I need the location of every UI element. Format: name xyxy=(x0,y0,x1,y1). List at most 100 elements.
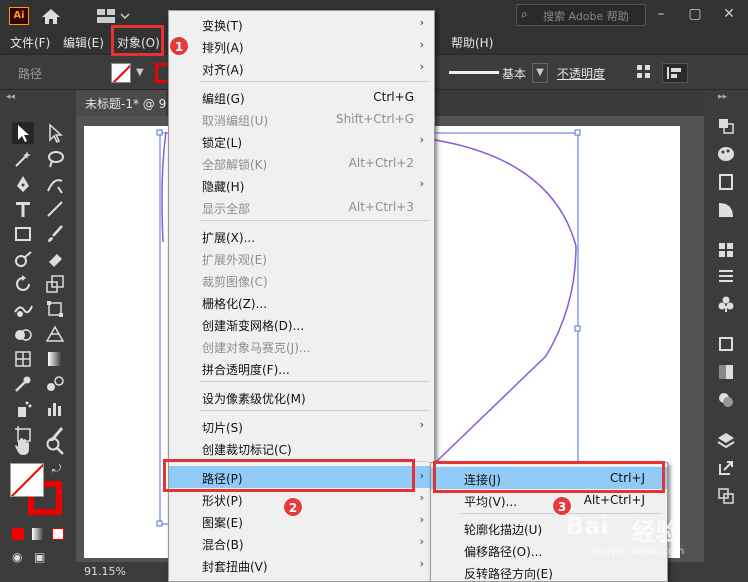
chevron-right-icon: › xyxy=(419,16,424,29)
shape-builder-tool-icon[interactable] xyxy=(12,323,34,345)
chevron-right-icon: › xyxy=(419,469,424,482)
curvature-tool-icon[interactable] xyxy=(44,173,66,195)
menu-help[interactable]: 帮助(H) xyxy=(451,34,493,51)
align-icon[interactable] xyxy=(662,63,688,83)
opacity-link[interactable]: 不透明度 xyxy=(557,65,605,82)
blend-tool-icon[interactable] xyxy=(44,373,66,395)
chevron-down-icon[interactable]: ▼ xyxy=(532,63,548,83)
rectangle-tool-icon[interactable] xyxy=(12,223,34,245)
menu-item-align[interactable]: 对齐(A) › xyxy=(169,57,434,79)
appearance-icon[interactable] xyxy=(716,390,736,410)
gradient-tool-icon[interactable] xyxy=(44,348,66,370)
warp-tool-icon[interactable] xyxy=(12,298,34,320)
draw-mode-icon[interactable]: ◉ xyxy=(12,550,22,564)
search-placeholder: 搜索 Adobe 帮助 xyxy=(543,10,629,23)
column-graph-tool-icon[interactable] xyxy=(44,398,66,420)
perspective-grid-tool-icon[interactable] xyxy=(44,323,66,345)
swap-colors-icon[interactable]: ⤾ xyxy=(52,462,61,476)
search-icon: ⌕ xyxy=(521,7,528,21)
direct-selection-tool-icon[interactable] xyxy=(44,122,66,144)
menu-item-rasterize[interactable]: 栅格化(Z)... xyxy=(169,291,434,313)
type-tool-icon[interactable] xyxy=(12,198,34,220)
swatches-icon[interactable] xyxy=(716,240,736,260)
stroke-profile-preview[interactable] xyxy=(449,71,499,74)
color-palette-icon[interactable] xyxy=(716,144,736,164)
menu-item-create-object-mosaic[interactable]: 创建对象马赛克(J)... xyxy=(169,335,434,357)
menu-item-slice[interactable]: 切片(S) › xyxy=(169,415,434,437)
lasso-tool-icon[interactable] xyxy=(44,148,66,170)
menu-item-pattern[interactable]: 图案(E) › xyxy=(169,510,434,532)
gradient-mode-icon[interactable] xyxy=(32,528,44,540)
zoom-level[interactable]: 91.15% xyxy=(84,565,126,578)
menu-item-create-trim-marks[interactable]: 创建裁切标记(C) xyxy=(169,437,434,459)
menu-item-hide[interactable]: 隐藏(H) › xyxy=(169,174,434,196)
help-search-input[interactable]: ⌕ 搜索 Adobe 帮助 xyxy=(516,4,646,26)
tab-document[interactable]: 未标题-1* @ 9 xyxy=(76,90,166,116)
line-tool-icon[interactable] xyxy=(44,198,66,220)
menu-item-crop-image[interactable]: 裁剪图像(C) xyxy=(169,269,434,291)
chevron-right-icon: › xyxy=(419,38,424,51)
magic-wand-tool-icon[interactable] xyxy=(12,148,34,170)
symbols-icon[interactable] xyxy=(716,294,736,314)
menu-item-pixel-perfect[interactable]: 设为像素级优化(M) xyxy=(169,386,434,408)
stroke-panel-icon[interactable] xyxy=(716,334,736,354)
rotate-tool-icon[interactable] xyxy=(12,273,34,295)
eyedropper-tool-icon[interactable] xyxy=(12,373,34,395)
menu-item-envelope-distort[interactable]: 封套扭曲(V) › xyxy=(169,554,434,576)
minimize-icon[interactable]: – xyxy=(652,5,670,23)
expand-panel-icon[interactable]: ▸▸ xyxy=(718,92,727,102)
menu-item-ungroup[interactable]: 取消编组(U) Shift+Ctrl+G xyxy=(169,108,434,130)
properties-icon[interactable] xyxy=(716,116,736,136)
export-icon[interactable] xyxy=(716,458,736,478)
collapse-panel-icon[interactable]: ◂◂ xyxy=(6,92,15,102)
menu-item-transform[interactable]: 变换(T) › xyxy=(169,13,434,35)
menu-item-unlock-all[interactable]: 全部解锁(K) Alt+Ctrl+2 xyxy=(169,152,434,174)
fill-color-swatch[interactable] xyxy=(111,63,131,83)
object-menu: 变换(T) › 排列(A) › 对齐(A) › 编组(G) Ctrl+G 取消编组(U)… xyxy=(168,10,435,582)
menu-item-blend[interactable]: 混合(B) › xyxy=(169,532,434,554)
right-panel-dock: ▸▸ xyxy=(704,90,748,582)
hand-tool-icon[interactable] xyxy=(12,435,34,457)
chevron-right-icon: › xyxy=(419,513,424,526)
eraser-tool-icon[interactable] xyxy=(44,248,66,270)
transparency-icon[interactable] xyxy=(716,362,736,382)
workspace-switcher-icon[interactable] xyxy=(97,8,133,24)
menu-file[interactable]: 文件(F) xyxy=(10,34,50,51)
layers-icon[interactable] xyxy=(716,430,736,450)
artboards-icon[interactable] xyxy=(716,486,736,506)
brushes-icon[interactable] xyxy=(716,266,736,286)
menu-item-expand-appearance[interactable]: 扩展外观(E) xyxy=(169,247,434,269)
symbol-sprayer-tool-icon[interactable] xyxy=(12,398,34,420)
scale-tool-icon[interactable] xyxy=(44,273,66,295)
maximize-icon[interactable]: ▢ xyxy=(686,5,704,23)
menu-item-create-gradient-mesh[interactable]: 创建渐变网格(D)... xyxy=(169,313,434,335)
shaper-tool-icon[interactable] xyxy=(12,248,34,270)
chevron-down-icon[interactable]: ▼ xyxy=(136,67,144,78)
grid-icon[interactable] xyxy=(637,65,651,79)
menu-item-arrange[interactable]: 排列(A) › xyxy=(169,35,434,57)
fill-color-box[interactable] xyxy=(10,463,44,497)
zoom-tool-icon[interactable] xyxy=(44,435,66,457)
color-mode-icon[interactable] xyxy=(12,528,24,540)
selection-tool-icon[interactable] xyxy=(12,122,34,144)
menu-item-show-all[interactable]: 显示全部 Alt+Ctrl+3 xyxy=(169,196,434,218)
screen-mode-icon[interactable]: ▣ xyxy=(34,550,45,564)
free-transform-tool-icon[interactable] xyxy=(44,298,66,320)
menu-edit[interactable]: 编辑(E) xyxy=(63,34,104,51)
paintbrush-tool-icon[interactable] xyxy=(44,223,66,245)
gradient-panel-icon[interactable] xyxy=(716,200,736,220)
menu-item-group[interactable]: 编组(G) Ctrl+G xyxy=(169,86,434,108)
document-icon[interactable] xyxy=(716,172,736,192)
selection-type-label: 路径 xyxy=(18,67,43,81)
stroke-color-swatch[interactable] xyxy=(155,63,167,83)
home-icon[interactable] xyxy=(40,7,62,25)
pen-tool-icon[interactable] xyxy=(12,173,34,195)
menu-item-expand[interactable]: 扩展(X)... xyxy=(169,225,434,247)
close-icon[interactable]: ✕ xyxy=(720,5,738,23)
mesh-tool-icon[interactable] xyxy=(12,348,34,370)
menu-separator xyxy=(199,220,429,221)
stroke-profile-label[interactable]: 基本 xyxy=(502,65,526,82)
none-mode-icon[interactable] xyxy=(52,528,64,540)
menu-item-flatten-transparency[interactable]: 拼合透明度(F)... xyxy=(169,357,434,379)
menu-item-lock[interactable]: 锁定(L) › xyxy=(169,130,434,152)
